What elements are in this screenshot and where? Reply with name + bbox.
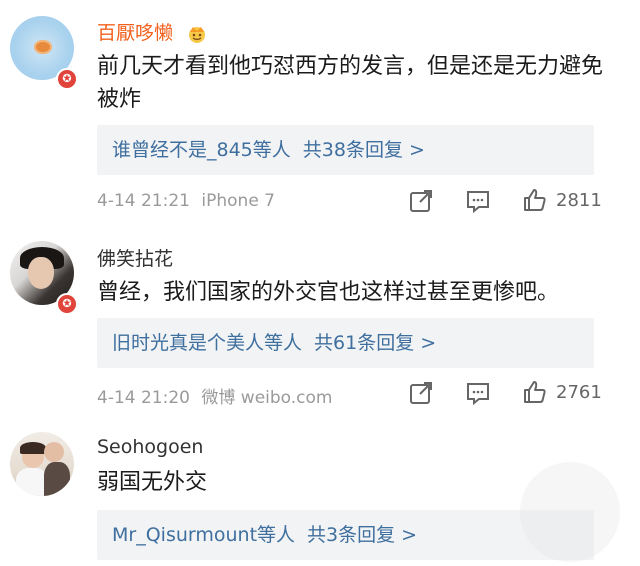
- avatar[interactable]: ✪: [10, 16, 78, 90]
- reply-count: 共61条回复 >: [314, 332, 437, 354]
- like-count: 2811: [556, 190, 602, 211]
- device-source: iPhone 7: [201, 191, 275, 211]
- avatar[interactable]: ✪: [10, 241, 78, 315]
- like-icon[interactable]: [522, 187, 548, 213]
- comment-list: ✪ 百厭哆懒 前几天才看到他巧怼西方的发言，但是还是无力避免被炸 谁曾经不是_8…: [0, 0, 640, 566]
- comment-text: 曾经，我们国家的外交官也这样过甚至更惨吧。: [97, 280, 560, 305]
- username[interactable]: 百厭哆懒: [97, 18, 209, 45]
- watermark-logo: [520, 462, 620, 562]
- reply-count: 共3条回复 >: [307, 524, 418, 546]
- timestamp: 4-14 21:20: [97, 388, 190, 408]
- reply-count: 共38条回复 >: [302, 139, 425, 161]
- verified-badge-icon: ✪: [56, 68, 78, 90]
- username[interactable]: 佛笑拈花: [97, 244, 173, 271]
- comment-item: ✪ 佛笑拈花 曾经，我们国家的外交官也这样过甚至更惨吧。 旧时光真是个美人等人共…: [0, 225, 640, 415]
- comment-text: 前几天才看到他巧怼西方的发言，但是还是无力避免被炸: [97, 54, 604, 112]
- comment-meta: 4-14 21:20 微博 weibo.com: [97, 383, 333, 408]
- avatar[interactable]: [10, 432, 76, 498]
- username[interactable]: Seohogoen: [97, 436, 203, 458]
- comment-item: ✪ 百厭哆懒 前几天才看到他巧怼西方的发言，但是还是无力避免被炸 谁曾经不是_8…: [0, 0, 640, 220]
- timestamp: 4-14 21:21: [97, 191, 190, 211]
- device-source: 微博 weibo.com: [201, 388, 333, 408]
- reply-users: Mr_Qisurmount等人: [112, 524, 296, 546]
- like-icon[interactable]: [522, 379, 548, 405]
- vip-crown-icon: [189, 26, 206, 43]
- reply-preview-link[interactable]: 谁曾经不是_845等人 共38条回复 >: [97, 125, 594, 175]
- comment-icon[interactable]: [465, 380, 491, 406]
- comment-meta: 4-14 21:21 iPhone 7: [97, 191, 275, 211]
- comment-icon[interactable]: [465, 188, 491, 214]
- avatar-image: [10, 432, 74, 496]
- like-count: 2761: [556, 382, 602, 403]
- reply-preview-link[interactable]: 旧时光真是个美人等人 共61条回复 >: [97, 318, 594, 368]
- reply-users: 谁曾经不是_845等人: [112, 139, 291, 161]
- share-icon[interactable]: [408, 188, 434, 214]
- reply-users: 旧时光真是个美人等人: [112, 332, 303, 354]
- share-icon[interactable]: [408, 380, 434, 406]
- verified-badge-icon: ✪: [56, 293, 78, 315]
- username-text: 百厭哆懒: [97, 22, 174, 44]
